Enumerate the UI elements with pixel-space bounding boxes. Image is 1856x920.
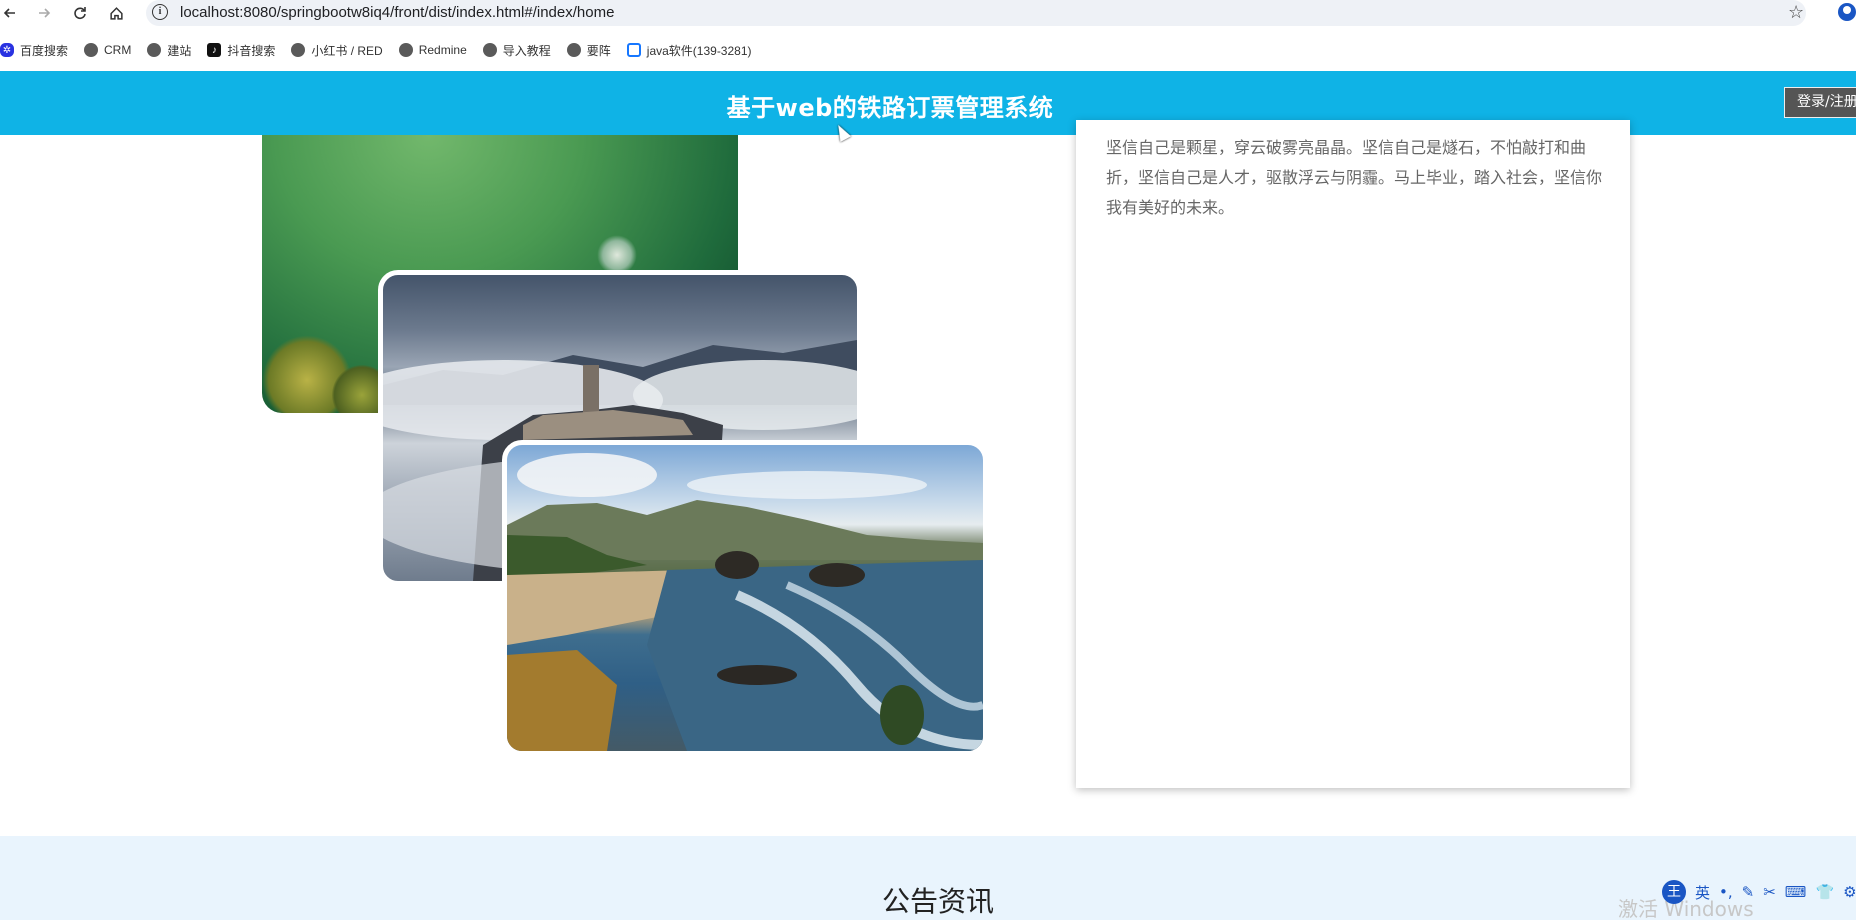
bilibili-tv-icon (626, 43, 641, 57)
back-arrow-icon[interactable] (0, 3, 20, 23)
globe-icon (398, 43, 413, 57)
bookmark-item[interactable]: Redmine (398, 43, 467, 57)
bookmark-star-icon[interactable]: ☆ (1788, 2, 1804, 23)
globe-icon (291, 43, 306, 57)
tiktok-icon: ♪ (207, 43, 222, 57)
bookmark-item[interactable]: 建站 (147, 42, 191, 59)
baidu-paw-icon: ✲ (0, 43, 14, 57)
bookmark-label: CRM (104, 43, 132, 57)
reload-icon[interactable] (70, 3, 90, 23)
site-info-icon[interactable]: i (152, 4, 168, 20)
ime-skin-icon[interactable]: 👕 (1815, 883, 1834, 901)
bookmark-item[interactable]: ✲ 百度搜索 (0, 42, 68, 59)
url-text[interactable]: localhost:8080/springbootw8iq4/front/dis… (180, 4, 614, 21)
bookmark-item[interactable]: ♪ 抖音搜索 (207, 42, 275, 59)
ime-keyboard-icon[interactable]: ⌨ (1785, 883, 1807, 901)
bookmark-label: Redmine (418, 43, 467, 57)
globe-icon (566, 43, 581, 57)
bookmark-item[interactable]: 导入教程 (482, 42, 551, 59)
ime-pen-icon[interactable]: ✎ (1742, 883, 1755, 901)
forward-arrow-icon[interactable] (34, 3, 54, 23)
bookmark-label: java软件(139-3281) (646, 43, 752, 58)
globe-icon (84, 43, 99, 57)
bookmark-label: 百度搜索 (20, 43, 69, 58)
bookmark-label: 建站 (167, 43, 192, 58)
bookmark-label: 抖音搜索 (227, 43, 276, 58)
ime-scissors-icon[interactable]: ✂ (1763, 883, 1776, 901)
bookmark-item[interactable]: 小红书 / RED (291, 42, 383, 59)
ime-logo-icon[interactable]: 王 (1662, 880, 1686, 904)
ime-language-toggle[interactable]: 英 (1695, 882, 1710, 903)
ime-toolbar[interactable]: 王 英 •, ✎ ✂ ⌨ 👕 ⚙ (1662, 880, 1856, 904)
intro-text-card: 坚信自己是颗星，穿云破雾亮晶晶。坚信自己是燧石，不怕敲打和曲折，坚信自己是人才，… (1076, 120, 1630, 788)
ime-punctuation-icon[interactable]: •, (1719, 883, 1733, 901)
bookmark-item[interactable]: CRM (84, 43, 131, 57)
bookmark-label: 小红书 / RED (311, 43, 383, 58)
bookmark-item[interactable]: java软件(139-3281) (626, 42, 752, 59)
ime-settings-gear-icon[interactable]: ⚙ (1843, 883, 1856, 901)
bookmark-item[interactable]: 要阵 (566, 42, 611, 59)
globe-icon (147, 43, 162, 57)
login-register-button[interactable]: 登录/注册 (1784, 87, 1856, 118)
home-icon[interactable] (106, 3, 126, 23)
bookmarks-bar: ✲ 百度搜索 CRM 建站 ♪ 抖音搜索 小红书 / RED Redmine 导入教… (0, 35, 1856, 65)
notice-section-title: 公告资讯 (881, 885, 994, 918)
globe-icon (482, 43, 497, 57)
site-title: 基于web的铁路订票管理系统 (726, 94, 1054, 122)
profile-avatar-icon[interactable] (1838, 3, 1856, 21)
bookmark-label: 导入教程 (502, 43, 551, 58)
bookmark-label: 要阵 (586, 43, 611, 58)
photo-beach-coast (502, 440, 988, 756)
browser-toolbar: i localhost:8080/springbootw8iq4/front/d… (0, 0, 1856, 27)
intro-paragraph: 坚信自己是颗星，穿云破雾亮晶晶。坚信自己是燧石，不怕敲打和曲折，坚信自己是人才，… (1106, 138, 1603, 217)
